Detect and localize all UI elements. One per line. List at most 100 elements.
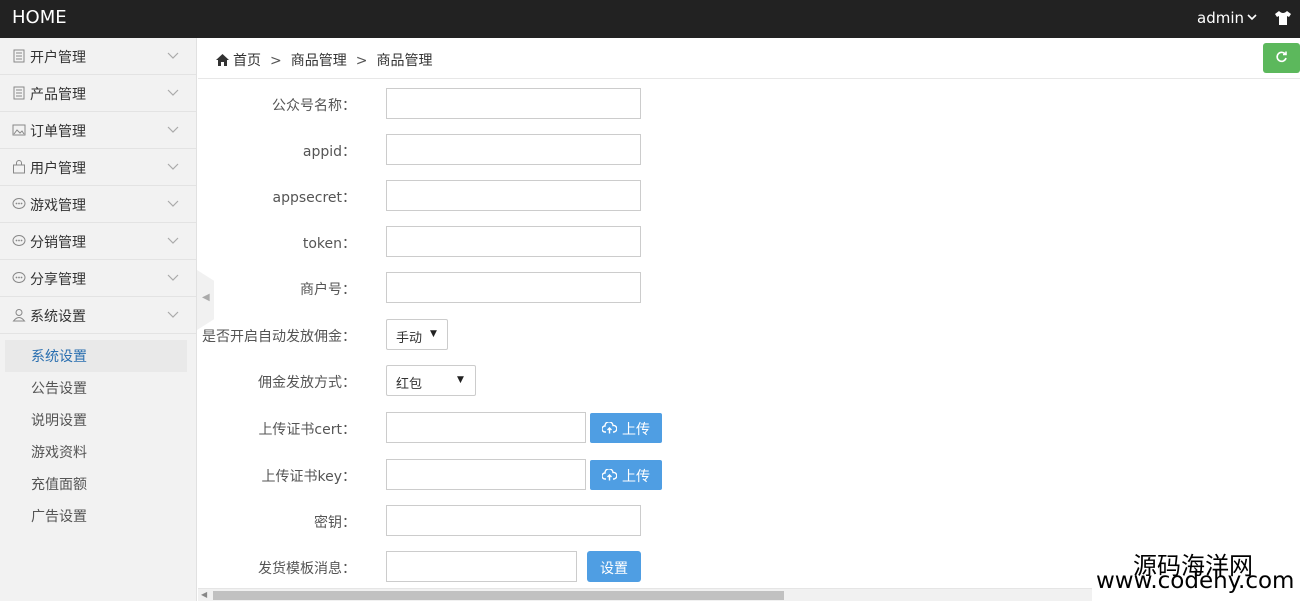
form-row-secret: 密钥： [198,505,1288,537]
chat-icon [12,272,26,283]
commission-method-select[interactable]: 红包 ▼ [386,365,476,396]
chevron-down-icon [1247,14,1257,21]
form-row-appsecret: appsecret： [198,180,1288,212]
form-row-auto-commission: 是否开启自动发放佣金： 手动 ▼ [198,319,1288,351]
user-icon [12,309,26,322]
book-icon [13,49,25,63]
cloud-upload-icon [602,422,617,434]
sidebar-subitem[interactable]: 广告设置 [0,500,196,532]
brand-home[interactable]: HOME [12,7,67,28]
merchant-id-input[interactable] [386,272,641,303]
shirt-icon[interactable] [1274,9,1292,27]
template-message-input[interactable] [386,551,577,582]
sidebar-menu-item[interactable]: 开户管理 [0,38,196,75]
chevron-down-icon [167,89,179,96]
appsecret-label: appsecret： [272,190,356,206]
cert-upload-label: 上传 [622,422,650,438]
sidebar-subitem[interactable]: 系统设置 [5,340,187,372]
scrollbar-thumb[interactable] [213,591,784,600]
sidebar-subitem[interactable]: 说明设置 [0,404,196,436]
sidebar-subitem-label: 公告设置 [31,381,87,397]
sidebar-menu-label: 订单管理 [30,124,86,140]
sidebar-menu-label: 系统设置 [30,309,86,325]
merchant-id-label: 商户号： [300,282,356,298]
form-row-merchant: 商户号： [198,272,1288,304]
sidebar-subitem[interactable]: 游戏资料 [0,436,196,468]
cloud-upload-icon [602,469,617,481]
template-set-button[interactable]: 设置 [587,551,641,582]
form-row-cert: 上传证书cert： 上传 [198,412,1288,444]
dropdown-arrow-icon: ▼ [430,329,437,339]
sidebar-subitem[interactable]: 公告设置 [0,372,196,404]
breadcrumb-current: 商品管理 [376,53,433,69]
watermark-url: www.codehy.com [1096,568,1295,594]
chat-icon [12,235,26,246]
appid-label: appid： [302,144,356,160]
form-row-key: 上传证书key： 上传 [198,459,1288,491]
wechat-name-label: 公众号名称： [272,98,356,114]
commission-method-value: 红包 [396,377,423,392]
breadcrumb-level1[interactable]: 商品管理 [291,53,347,69]
sidebar-subitem[interactable]: 充值面额 [0,468,196,500]
commission-method-label: 佣金发放方式： [258,375,356,391]
sidebar-subitem-label: 系统设置 [31,349,87,365]
cert-upload-button[interactable]: 上传 [590,413,662,443]
chevron-down-icon [167,311,179,318]
key-upload-button[interactable]: 上传 [590,460,662,490]
chevron-down-icon [167,52,179,59]
chat-icon [12,198,26,209]
sidebar-subitem-label: 充值面额 [31,477,87,493]
sidebar-menu-item[interactable]: 用户管理 [0,149,196,186]
auto-commission-value: 手动 [396,331,423,346]
key-file-input[interactable] [386,459,586,490]
wechat-name-input[interactable] [386,88,641,119]
bag-icon [13,160,25,174]
key-upload-label: 上传 [622,469,650,485]
sidebar-menu-label: 产品管理 [30,87,86,103]
chevron-down-icon [167,200,179,207]
sidebar-subitem-label: 广告设置 [31,509,87,525]
breadcrumb-bar: 首页 > 商品管理 > 商品管理 [198,38,1300,79]
user-name: admin [1197,9,1244,27]
watermark: 源码海洋网 www.codehy.com [1092,546,1300,601]
sidebar-menu-item[interactable]: 订单管理 [0,112,196,149]
breadcrumb-home[interactable]: 首页 [233,53,261,69]
token-label: token： [302,236,356,252]
sidebar-menu-label: 分销管理 [30,235,86,251]
sidebar-menu-item[interactable]: 游戏管理 [0,186,196,223]
user-menu[interactable]: admin [1197,9,1257,27]
sidebar-menu-item[interactable]: 系统设置 [0,297,196,334]
secret-key-input[interactable] [386,505,641,536]
sidebar-subitem-label: 说明设置 [31,413,87,429]
breadcrumb: 首页 > 商品管理 > 商品管理 [216,50,432,70]
system-settings-submenu: 系统设置公告设置说明设置游戏资料充值面额广告设置 [0,334,196,532]
top-navbar: HOME admin [0,0,1300,38]
form-row-commission-method: 佣金发放方式： 红包 ▼ [198,365,1288,397]
sidebar-menu-label: 用户管理 [30,161,86,177]
picture-icon [12,124,26,136]
sidebar-menu-item[interactable]: 分享管理 [0,260,196,297]
breadcrumb-separator: > [355,53,368,69]
auto-commission-select[interactable]: 手动 ▼ [386,319,448,350]
sidebar-menu-label: 游戏管理 [30,198,86,214]
cert-label: 上传证书cert： [258,422,356,438]
sidebar-menu-item[interactable]: 产品管理 [0,75,196,112]
secret-key-label: 密钥： [314,515,356,531]
form-row-token: token： [198,226,1288,258]
appid-input[interactable] [386,134,641,165]
appsecret-input[interactable] [386,180,641,211]
sidebar-menu-item[interactable]: 分销管理 [0,223,196,260]
dropdown-arrow-icon: ▼ [457,375,464,385]
chevron-down-icon [167,274,179,281]
token-input[interactable] [386,226,641,257]
book-icon [13,86,25,100]
sidebar-subitem-label: 游戏资料 [31,445,87,461]
cert-file-input[interactable] [386,412,586,443]
home-icon [216,54,229,66]
refresh-button[interactable] [1263,43,1300,73]
chevron-down-icon [167,237,179,244]
scroll-left-icon[interactable]: ◀ [201,590,207,599]
form-row-appid: appid： [198,134,1288,166]
breadcrumb-separator: > [270,53,282,69]
template-set-label: 设置 [600,561,628,577]
